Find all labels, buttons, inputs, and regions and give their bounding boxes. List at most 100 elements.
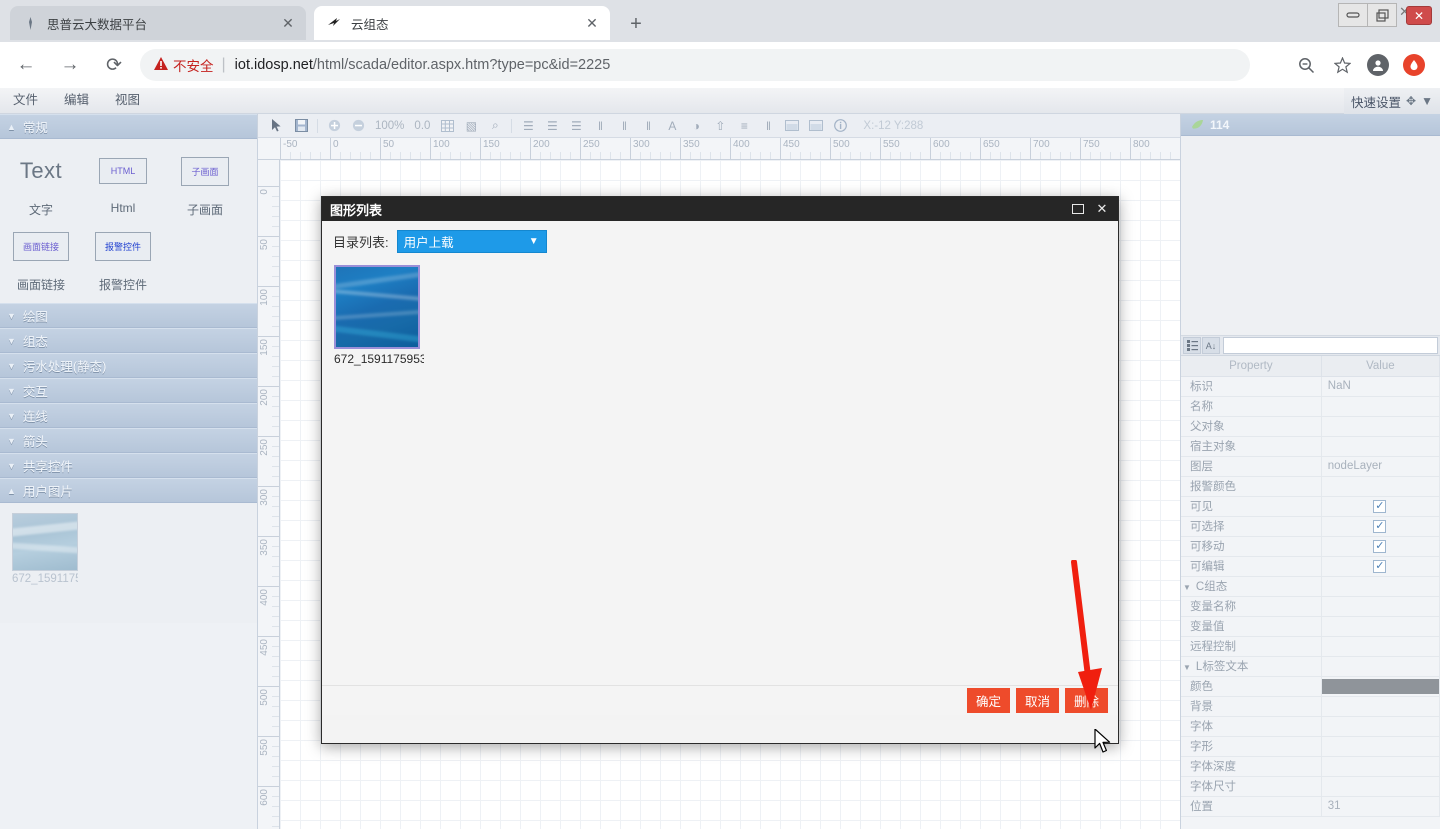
menu-item-file[interactable]: 文件: [0, 88, 51, 113]
palette-item-text[interactable]: Text 文字: [0, 147, 82, 218]
categorize-icon[interactable]: [1183, 337, 1201, 354]
object-tree-body[interactable]: [1181, 136, 1440, 336]
magnifier-icon[interactable]: ⌕: [484, 116, 506, 136]
property-value-cell[interactable]: [1321, 656, 1440, 677]
sidebar-group-sewage[interactable]: ▼ 污水处理(静态): [0, 353, 257, 378]
property-search-input[interactable]: [1223, 337, 1438, 354]
forward-button[interactable]: →: [52, 47, 88, 83]
checkbox[interactable]: ✓: [1373, 499, 1387, 513]
property-row[interactable]: 变量名称: [1181, 596, 1440, 617]
property-row[interactable]: 变量值: [1181, 616, 1440, 637]
color-swatch[interactable]: [1321, 678, 1439, 694]
palette-item-subpage[interactable]: 子画面 子画面: [164, 147, 246, 218]
extension-brand-icon[interactable]: [1398, 49, 1430, 81]
sidebar-group-lines[interactable]: ▼ 连线: [0, 403, 257, 428]
browser-tab-2[interactable]: 云组态 ✕: [314, 6, 610, 40]
property-value-cell[interactable]: [1321, 576, 1440, 597]
sort-alpha-icon[interactable]: A↓: [1202, 337, 1220, 354]
pointer-select-icon[interactable]: [266, 116, 288, 136]
palette-item-alarm-widget[interactable]: 报警控件 报警控件: [82, 222, 164, 293]
new-tab-button[interactable]: +: [622, 10, 650, 38]
palette-item-html[interactable]: HTML Html: [82, 147, 164, 218]
menu-item-view[interactable]: 视图: [102, 88, 153, 113]
info-icon[interactable]: [829, 116, 851, 136]
tab-close-icon[interactable]: ✕: [278, 13, 298, 33]
sidebar-group-scada[interactable]: ▼ 组态: [0, 328, 257, 353]
property-value-cell[interactable]: ✓: [1321, 536, 1440, 557]
property-row[interactable]: ▼ L标签文本: [1181, 656, 1440, 677]
chevron-down-icon[interactable]: ▼: [1421, 94, 1433, 108]
property-row[interactable]: 字体尺寸: [1181, 776, 1440, 797]
property-row[interactable]: 字体深度: [1181, 756, 1440, 777]
property-row[interactable]: ▼ C组态: [1181, 576, 1440, 597]
bookmark-star-icon[interactable]: [1326, 49, 1358, 81]
browser-tab-1[interactable]: 思普云大数据平台 ✕: [10, 6, 306, 40]
zoom-out-icon[interactable]: [347, 116, 369, 136]
window-close-button[interactable]: ✕ ✕: [1396, 3, 1436, 27]
reload-button[interactable]: ⟳: [96, 47, 132, 83]
distribute-v-icon[interactable]: ‖: [613, 116, 635, 136]
property-row[interactable]: 可选择 ✓: [1181, 516, 1440, 537]
property-value-cell[interactable]: [1321, 616, 1440, 637]
profile-avatar-icon[interactable]: [1362, 49, 1394, 81]
window-restore-button[interactable]: [1367, 3, 1397, 27]
close-icon[interactable]: ✕: [1406, 6, 1432, 25]
sidebar-group-arrows[interactable]: ▼ 箭头: [0, 428, 257, 453]
menu-item-edit[interactable]: 编辑: [51, 88, 102, 113]
align-right-icon[interactable]: ☰: [565, 116, 587, 136]
property-row[interactable]: 颜色: [1181, 676, 1440, 697]
palette-item-page-link[interactable]: 画面链接 画面链接: [0, 222, 82, 293]
checkbox[interactable]: ✓: [1373, 559, 1387, 573]
lock-icon[interactable]: ▧: [460, 116, 482, 136]
tab-close-icon[interactable]: ✕: [582, 13, 602, 33]
font-icon[interactable]: A: [661, 116, 683, 136]
dialog-close-button[interactable]: ✕: [1090, 198, 1114, 220]
align-left-icon[interactable]: ☰: [517, 116, 539, 136]
window-minimize-button[interactable]: [1338, 3, 1368, 27]
property-value-cell[interactable]: [1321, 716, 1440, 737]
property-value-cell[interactable]: [1321, 776, 1440, 797]
checkbox[interactable]: ✓: [1373, 519, 1387, 533]
align-center-icon[interactable]: ☰: [541, 116, 563, 136]
back-button[interactable]: ←: [8, 47, 44, 83]
property-row[interactable]: 图层 nodeLayer: [1181, 456, 1440, 477]
property-row[interactable]: 父对象: [1181, 416, 1440, 437]
color-icon[interactable]: ◑: [685, 116, 707, 136]
sidebar-group-user-images[interactable]: ▲ 用户图片: [0, 478, 257, 503]
quick-settings-button[interactable]: 快速设置 ✥ ▼: [1344, 88, 1440, 114]
property-value-cell[interactable]: nodeLayer: [1321, 456, 1440, 477]
layer-up-icon[interactable]: ⇧: [709, 116, 731, 136]
property-row[interactable]: 可编辑 ✓: [1181, 556, 1440, 577]
property-value-cell[interactable]: ✓: [1321, 496, 1440, 517]
sidebar-group-shared-widgets[interactable]: ▼ 共享控件: [0, 453, 257, 478]
layer-list-icon[interactable]: ≡: [733, 116, 755, 136]
property-value-cell[interactable]: [1321, 676, 1440, 697]
zoom-out-icon[interactable]: [1290, 49, 1322, 81]
property-row[interactable]: 可移动 ✓: [1181, 536, 1440, 557]
property-value-cell[interactable]: [1321, 436, 1440, 457]
property-row[interactable]: 字形: [1181, 736, 1440, 757]
distribute-h-icon[interactable]: ‖: [589, 116, 611, 136]
group-icon[interactable]: ‖: [637, 116, 659, 136]
property-value-cell[interactable]: [1321, 476, 1440, 497]
pause-icon[interactable]: ‖: [757, 116, 779, 136]
cancel-button[interactable]: 取消: [1015, 688, 1059, 713]
property-value-cell[interactable]: ✓: [1321, 516, 1440, 537]
property-value-cell[interactable]: [1321, 696, 1440, 717]
directory-select[interactable]: 用户上载 ▼: [396, 230, 547, 253]
property-row[interactable]: 报警颜色: [1181, 476, 1440, 497]
property-row[interactable]: 位置 31: [1181, 796, 1440, 817]
property-value-cell[interactable]: [1321, 596, 1440, 617]
property-value-cell[interactable]: NaN: [1321, 376, 1440, 397]
confirm-button[interactable]: 确定: [966, 688, 1010, 713]
sidebar-group-interaction[interactable]: ▼ 交互: [0, 378, 257, 403]
dialog-restore-button[interactable]: [1066, 198, 1090, 220]
save-icon[interactable]: [290, 116, 312, 136]
property-row[interactable]: 宿主对象: [1181, 436, 1440, 457]
checkbox[interactable]: ✓: [1373, 539, 1387, 553]
property-value-cell[interactable]: [1321, 396, 1440, 417]
property-value-cell[interactable]: ✓: [1321, 556, 1440, 577]
image-card[interactable]: 672_1591175953.jp: [334, 265, 424, 366]
property-row[interactable]: 字体: [1181, 716, 1440, 737]
property-row[interactable]: 可见 ✓: [1181, 496, 1440, 517]
